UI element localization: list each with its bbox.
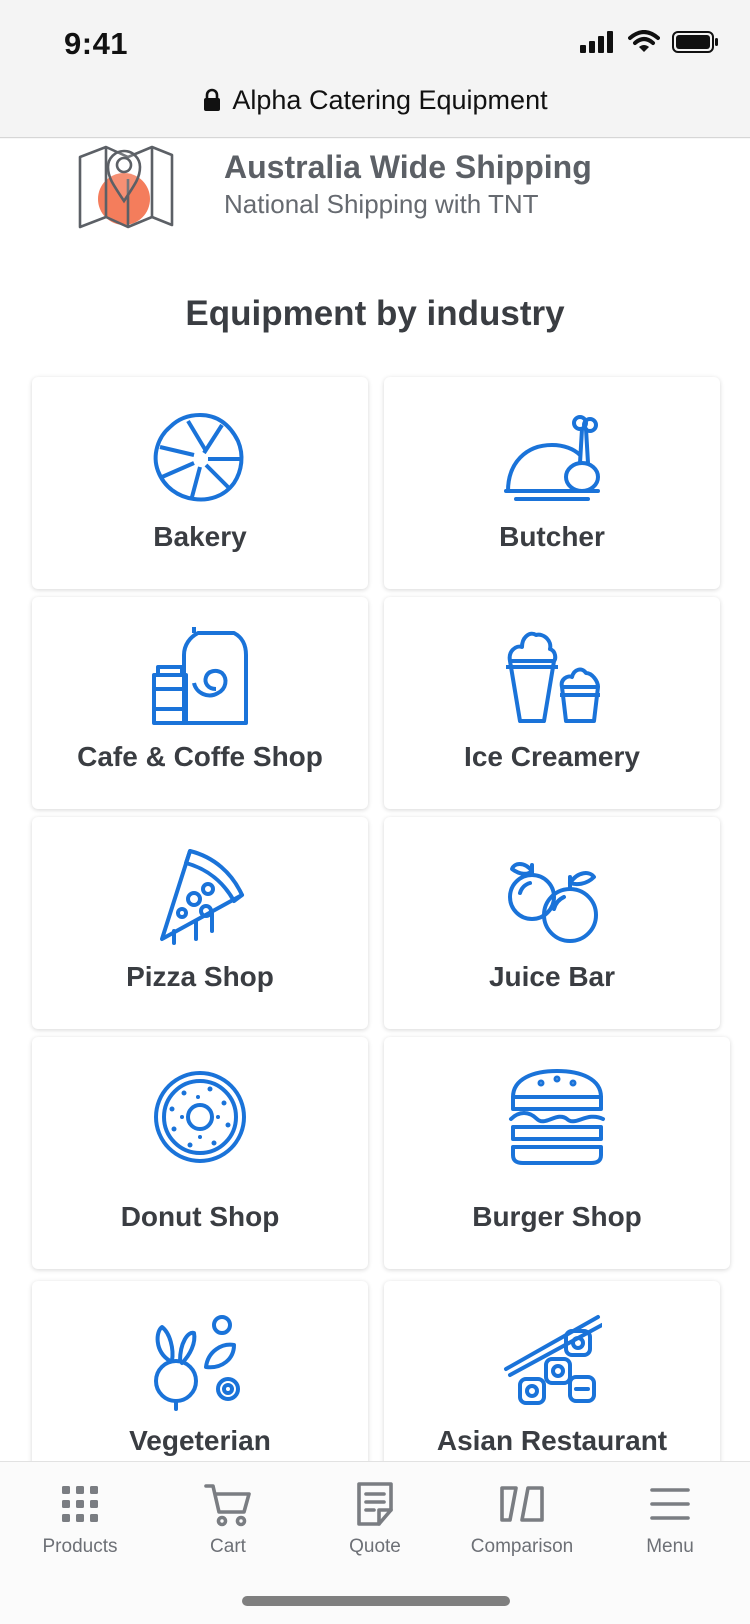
industry-label: Pizza Shop bbox=[126, 961, 274, 992]
industry-label: Cafe & Coffe Shop bbox=[77, 741, 323, 772]
industry-card-vegeterian[interactable]: Vegeterian bbox=[32, 1281, 368, 1461]
industry-label: Ice Creamery bbox=[464, 741, 640, 772]
industry-card-donut[interactable]: Donut Shop bbox=[32, 1037, 368, 1269]
industry-label: Juice Bar bbox=[488, 961, 616, 992]
industry-label: Vegeterian bbox=[129, 1425, 271, 1456]
shipping-title: Australia Wide Shipping bbox=[224, 149, 592, 185]
coffee-bag-icon bbox=[152, 627, 248, 725]
tab-menu[interactable]: Menu bbox=[600, 1480, 740, 1558]
page-content: Australia Wide Shipping National Shippin… bbox=[0, 139, 750, 1461]
tab-label: Menu bbox=[646, 1536, 694, 1557]
section-title: Equipment by industry bbox=[185, 294, 565, 333]
industry-label: Bakery bbox=[153, 521, 247, 552]
wifi-icon bbox=[628, 30, 660, 52]
battery-icon bbox=[672, 31, 718, 53]
fruit-icon bbox=[508, 862, 598, 943]
industry-card-bakery[interactable]: Bakery bbox=[32, 377, 368, 589]
tab-label: Cart bbox=[210, 1536, 246, 1557]
ice-cream-icon bbox=[506, 631, 600, 723]
url-bar[interactable]: Alpha Catering Equipment bbox=[0, 80, 750, 120]
site-title: Alpha Catering Equipment bbox=[232, 84, 548, 115]
industry-label: Butcher bbox=[499, 521, 605, 552]
shipping-banner: Australia Wide Shipping National Shippin… bbox=[0, 139, 750, 249]
vegetables-icon bbox=[154, 1315, 240, 1411]
industry-card-butcher[interactable]: Butcher bbox=[384, 377, 720, 589]
industry-label: Burger Shop bbox=[472, 1201, 642, 1232]
grid-icon bbox=[62, 1486, 98, 1522]
donut-icon bbox=[154, 1071, 246, 1163]
croissant-icon bbox=[153, 413, 244, 502]
status-time: 9:41 bbox=[64, 26, 129, 61]
industry-card-pizza[interactable]: Pizza Shop bbox=[32, 817, 368, 1029]
tab-label: Products bbox=[42, 1536, 118, 1557]
browser-header: 9:41 Alpha Catering Equipment bbox=[0, 0, 750, 138]
lock-icon bbox=[204, 88, 221, 111]
roast-chicken-icon bbox=[504, 415, 600, 501]
industry-card-burger[interactable]: Burger Shop bbox=[384, 1037, 730, 1269]
status-icons bbox=[580, 30, 720, 54]
tab-label: Quote bbox=[349, 1536, 401, 1557]
industry-card-cafe[interactable]: Cafe & Coffe Shop bbox=[32, 597, 368, 809]
industry-label: Donut Shop bbox=[120, 1201, 280, 1232]
burger-icon bbox=[509, 1069, 605, 1165]
industry-card-asian-restaurant[interactable]: Asian Restaurant bbox=[384, 1281, 720, 1461]
industry-card-juice-bar[interactable]: Juice Bar bbox=[384, 817, 720, 1029]
shipping-subtitle: National Shipping with TNT bbox=[224, 189, 539, 219]
tab-comparison[interactable]: Comparison bbox=[452, 1480, 592, 1558]
tab-label: Comparison bbox=[470, 1536, 574, 1557]
quote-icon bbox=[357, 1482, 393, 1526]
industry-card-ice-creamery[interactable]: Ice Creamery bbox=[384, 597, 720, 809]
home-indicator[interactable] bbox=[242, 1596, 510, 1606]
tab-quote[interactable]: Quote bbox=[305, 1480, 445, 1558]
sushi-icon bbox=[504, 1315, 602, 1405]
tab-products[interactable]: Products bbox=[10, 1480, 150, 1558]
hamburger-icon bbox=[650, 1488, 690, 1520]
cart-icon bbox=[204, 1484, 251, 1527]
industry-label: Asian Restaurant bbox=[436, 1425, 668, 1456]
pizza-slice-icon bbox=[160, 849, 244, 945]
signal-icon bbox=[580, 31, 613, 53]
map-pin-icon bbox=[78, 145, 174, 229]
tab-cart[interactable]: Cart bbox=[158, 1480, 298, 1558]
comparison-icon bbox=[500, 1486, 544, 1522]
